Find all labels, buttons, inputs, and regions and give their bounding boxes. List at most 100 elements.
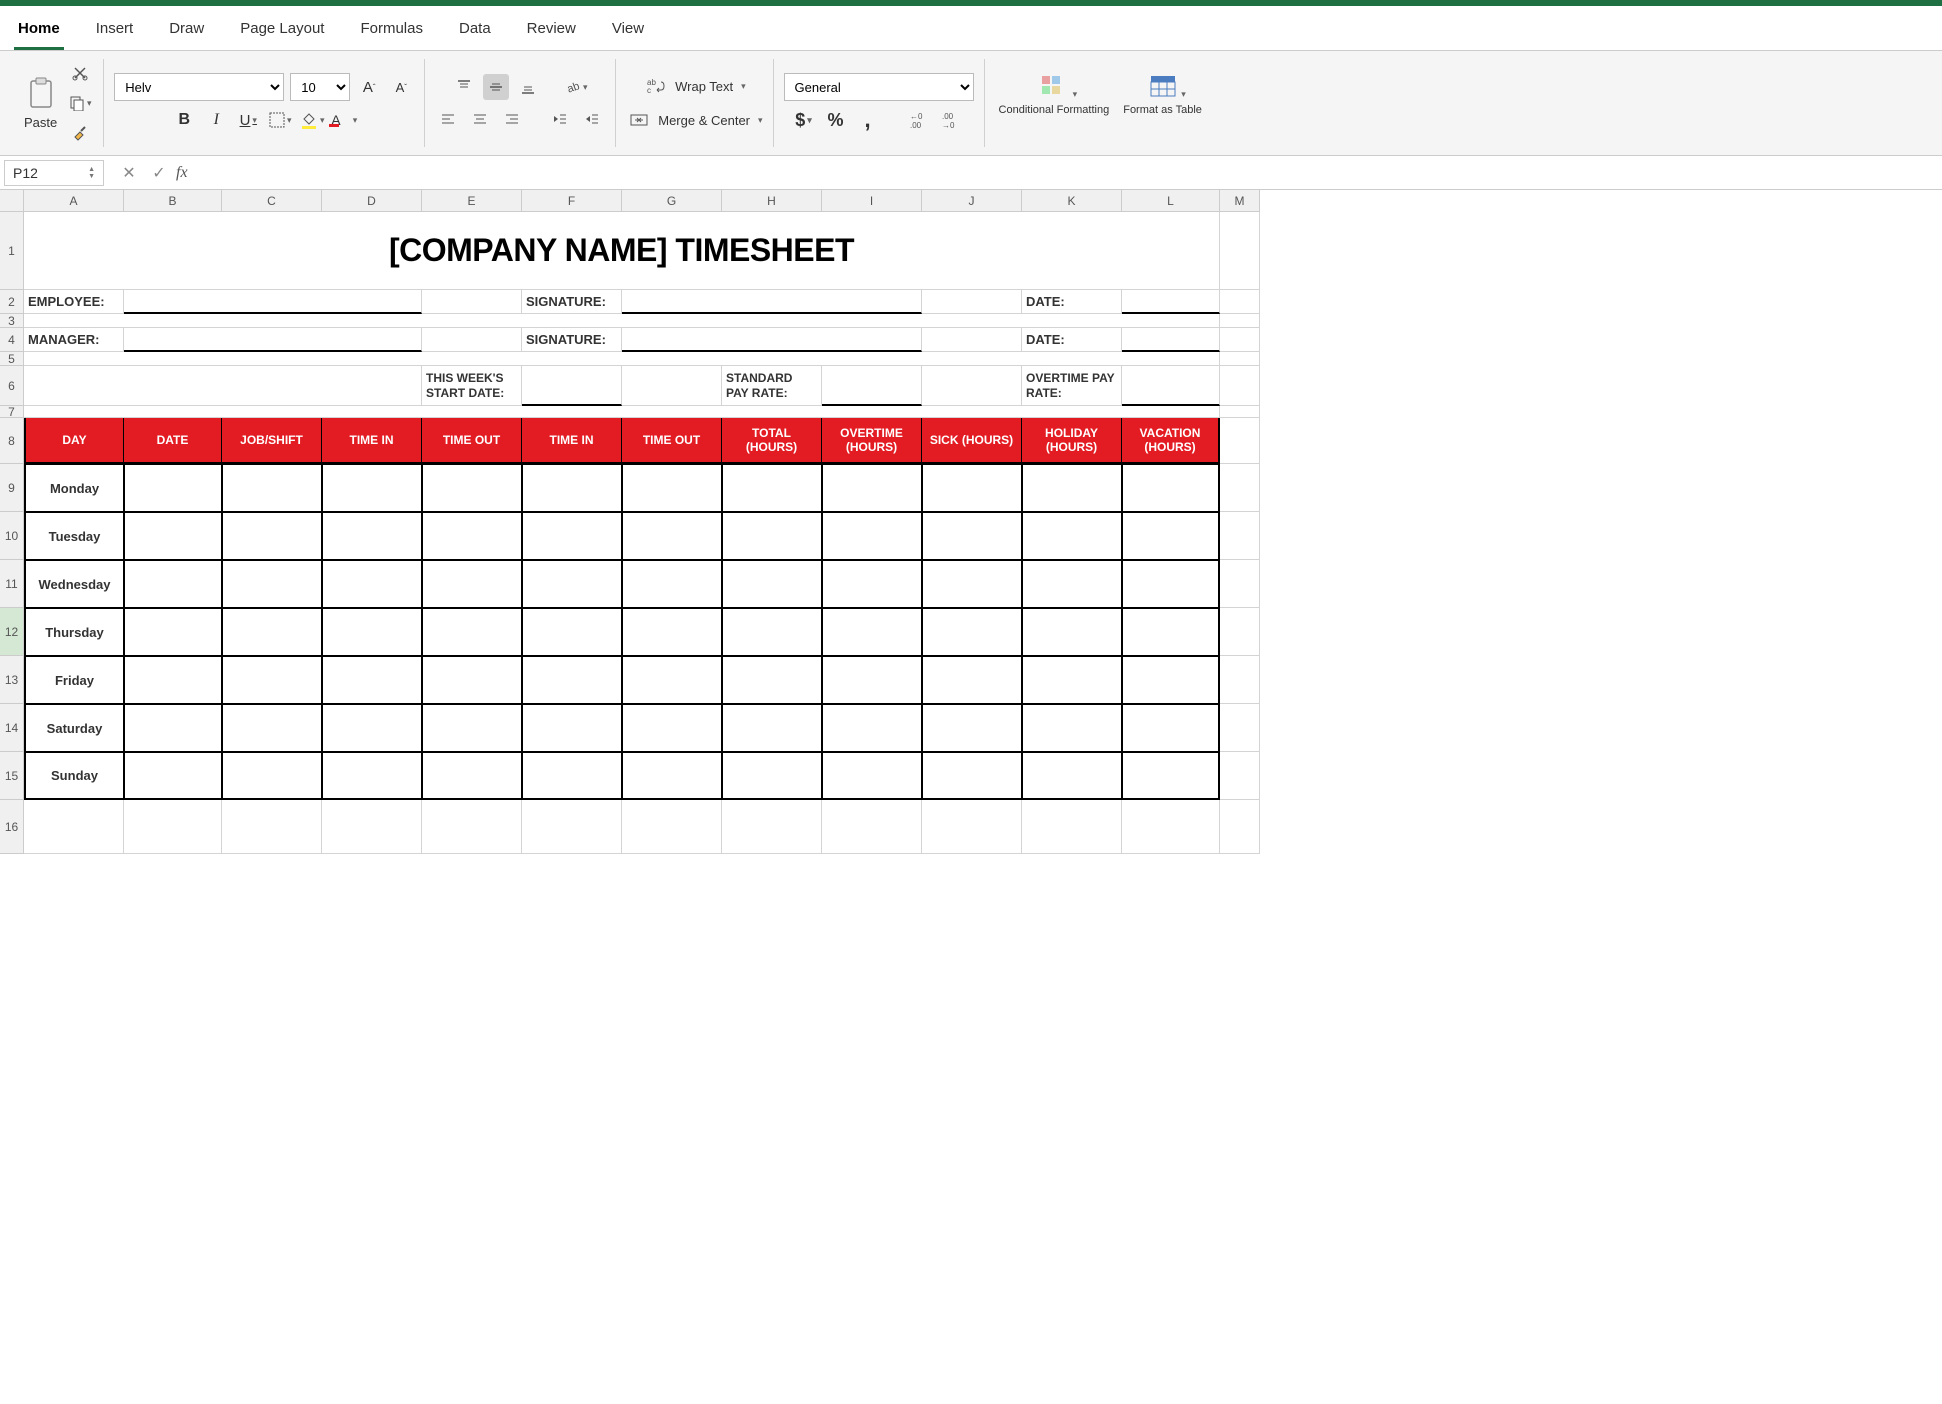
merge-center-dropdown[interactable]: ▾	[758, 115, 763, 126]
cell-signature-label[interactable]: SIGNATURE:	[522, 290, 622, 314]
cell[interactable]	[822, 800, 922, 854]
cell-std-rate-value[interactable]	[822, 366, 922, 406]
col-header-I[interactable]: I	[822, 190, 922, 212]
cell-data[interactable]	[222, 752, 322, 800]
align-right-button[interactable]	[499, 106, 525, 132]
cell-data[interactable]	[1022, 560, 1122, 608]
cell-data[interactable]	[822, 512, 922, 560]
cell[interactable]	[922, 366, 1022, 406]
cell-data[interactable]	[222, 464, 322, 512]
cell-data[interactable]	[124, 608, 222, 656]
cell[interactable]	[24, 406, 1220, 418]
row-header-13[interactable]: 13	[0, 656, 24, 704]
cell-data[interactable]	[1122, 608, 1220, 656]
cell-data[interactable]	[622, 464, 722, 512]
cell[interactable]	[24, 352, 1220, 366]
decrease-decimal-button[interactable]: .00→0	[941, 107, 967, 133]
increase-font-button[interactable]: Aˆ	[356, 74, 382, 100]
cell-data[interactable]	[124, 704, 222, 752]
cell[interactable]	[1220, 314, 1260, 328]
cell[interactable]	[422, 290, 522, 314]
font-size-select[interactable]: 10	[290, 73, 350, 101]
col-header-B[interactable]: B	[124, 190, 222, 212]
col-header-M[interactable]: M	[1220, 190, 1260, 212]
cell-week-start-label[interactable]: THIS WEEK'S START DATE:	[422, 366, 522, 406]
cell-day-thursday[interactable]: Thursday	[24, 608, 124, 656]
cell-manager-value[interactable]	[124, 328, 422, 352]
tab-insert[interactable]: Insert	[92, 14, 138, 50]
cell-date2-value[interactable]	[1122, 328, 1220, 352]
merge-center-button[interactable]	[626, 107, 652, 133]
cell-day-wednesday[interactable]: Wednesday	[24, 560, 124, 608]
cell-day-monday[interactable]: Monday	[24, 464, 124, 512]
col-header-F[interactable]: F	[522, 190, 622, 212]
cell[interactable]	[1220, 752, 1260, 800]
row-header-11[interactable]: 11	[0, 560, 24, 608]
conditional-formatting-button[interactable]: Conditional Formatting ▾	[995, 72, 1114, 133]
wrap-text-button[interactable]: abc	[643, 73, 669, 99]
th-vacation[interactable]: VACATION (HOURS)	[1122, 418, 1220, 464]
select-all-corner[interactable]	[0, 190, 24, 212]
underline-button[interactable]: U▾	[235, 107, 261, 133]
increase-indent-button[interactable]	[579, 106, 605, 132]
cell[interactable]	[922, 328, 1022, 352]
cell[interactable]	[222, 800, 322, 854]
col-header-A[interactable]: A	[24, 190, 124, 212]
cell-data[interactable]	[922, 704, 1022, 752]
cell-data[interactable]	[322, 464, 422, 512]
cell-data[interactable]	[722, 512, 822, 560]
cell[interactable]	[24, 800, 124, 854]
decrease-font-button[interactable]: Aˇ	[388, 74, 414, 100]
col-header-C[interactable]: C	[222, 190, 322, 212]
currency-button[interactable]: $▾	[791, 107, 817, 133]
cell-data[interactable]	[722, 560, 822, 608]
th-timein2[interactable]: TIME IN	[522, 418, 622, 464]
cell-data[interactable]	[1022, 656, 1122, 704]
tab-draw[interactable]: Draw	[165, 14, 208, 50]
row-header-2[interactable]: 2	[0, 290, 24, 314]
cell-data[interactable]	[1022, 704, 1122, 752]
cell[interactable]	[24, 366, 422, 406]
cell-data[interactable]	[322, 512, 422, 560]
cell-data[interactable]	[124, 560, 222, 608]
cell-data[interactable]	[422, 752, 522, 800]
percent-button[interactable]: %	[823, 107, 849, 133]
cell[interactable]	[1220, 352, 1260, 366]
cell-week-start-value[interactable]	[522, 366, 622, 406]
cell-data[interactable]	[322, 560, 422, 608]
font-name-select[interactable]: Helv	[114, 73, 284, 101]
format-as-table-button[interactable]: Format as Table ▾	[1119, 72, 1206, 133]
col-header-L[interactable]: L	[1122, 190, 1220, 212]
cell-data[interactable]	[622, 608, 722, 656]
th-overtime[interactable]: OVERTIME (HOURS)	[822, 418, 922, 464]
cell-data[interactable]	[522, 752, 622, 800]
cell-data[interactable]	[722, 608, 822, 656]
cell[interactable]	[722, 800, 822, 854]
cut-button[interactable]	[67, 60, 93, 86]
cell-data[interactable]	[522, 464, 622, 512]
align-bottom-button[interactable]	[515, 74, 541, 100]
cell[interactable]	[1220, 406, 1260, 418]
tab-formulas[interactable]: Formulas	[356, 14, 427, 50]
borders-button[interactable]: ▾	[267, 107, 293, 133]
cell[interactable]	[622, 366, 722, 406]
cell-data[interactable]	[622, 752, 722, 800]
cell-data[interactable]	[422, 512, 522, 560]
formula-input[interactable]	[196, 161, 1942, 185]
cell-data[interactable]	[522, 608, 622, 656]
cell[interactable]	[922, 800, 1022, 854]
align-left-button[interactable]	[435, 106, 461, 132]
cell-data[interactable]	[222, 656, 322, 704]
cell[interactable]	[1220, 656, 1260, 704]
cell-data[interactable]	[124, 512, 222, 560]
cell[interactable]	[422, 328, 522, 352]
wrap-text-dropdown[interactable]: ▾	[741, 81, 746, 92]
row-header-15[interactable]: 15	[0, 752, 24, 800]
cell-date2-label[interactable]: DATE:	[1022, 328, 1122, 352]
cell-data[interactable]	[722, 656, 822, 704]
cell-data[interactable]	[622, 512, 722, 560]
cell[interactable]	[1220, 608, 1260, 656]
cell-data[interactable]	[222, 512, 322, 560]
cell[interactable]	[1220, 704, 1260, 752]
cell-data[interactable]	[222, 704, 322, 752]
